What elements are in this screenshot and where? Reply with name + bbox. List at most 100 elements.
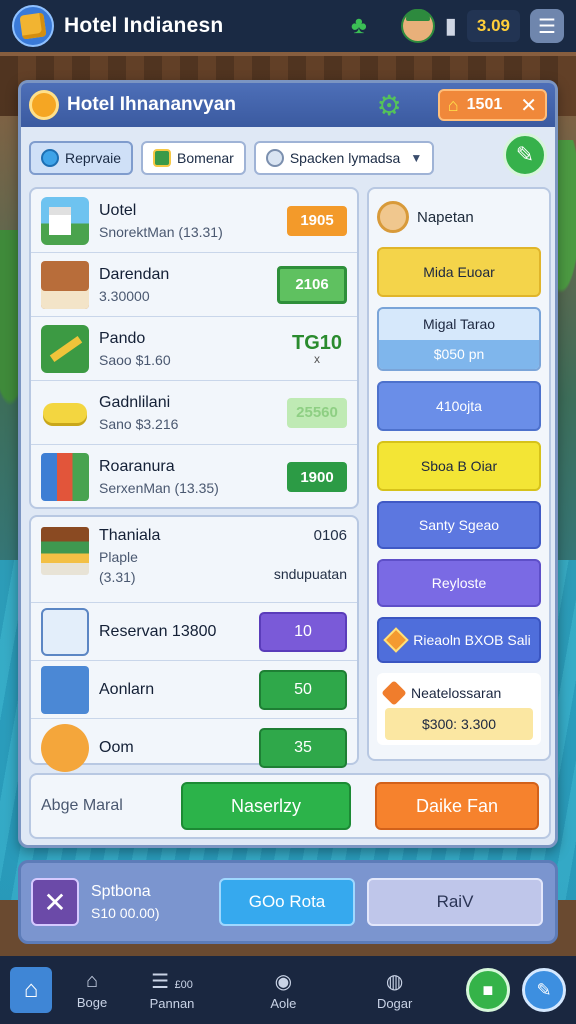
list-item[interactable]: Uotel SnorektMan (13.31) 1905 — [31, 189, 357, 253]
gear-icon[interactable]: ⚙ — [377, 89, 402, 122]
menu-icon[interactable]: ☰ — [530, 9, 564, 43]
nav-item-boge[interactable]: ⌂ Boge — [52, 970, 132, 1010]
smiley-icon — [41, 724, 89, 772]
leaf-icon[interactable]: ♣ — [351, 12, 367, 40]
hotel-icon — [41, 196, 89, 245]
close-icon[interactable]: ✕ — [520, 93, 537, 118]
option-button[interactable]: Santy Sgeao — [377, 501, 541, 549]
item-title: Darendan — [99, 265, 170, 283]
currency-chip[interactable]: ⌂ 1501 ✕ — [437, 89, 547, 121]
item-extra-bottom: sndupuatan — [273, 566, 347, 582]
avatar[interactable] — [400, 9, 435, 43]
bell-icon: ◍ — [385, 971, 404, 993]
box-icon — [41, 607, 89, 656]
option-button[interactable]: Mida Euoar — [377, 247, 541, 297]
house-icon: ⌂ — [447, 94, 459, 115]
item-sub: Saoo $1.60 — [99, 351, 171, 368]
nav-label: Aole — [270, 996, 297, 1011]
pen-icon — [41, 324, 89, 373]
item-title: Uotel — [99, 201, 137, 219]
panel-logo-icon — [29, 90, 59, 120]
option-button[interactable]: Sboa B Oiar — [377, 441, 541, 491]
tab-spacken-dropdown[interactable]: Spacken lymadsa ▼ — [253, 141, 435, 175]
game-logo[interactable] — [12, 5, 54, 47]
diamond-icon — [383, 627, 409, 653]
panel-title: Hotel Ihnananvyan — [67, 94, 236, 115]
item-sub: SerxenMan (13.35) — [99, 480, 219, 496]
item-title: Aonlarn — [99, 680, 155, 698]
option-button-with-icon[interactable]: Rieaoln BXOB Sali — [377, 617, 541, 663]
pin-icon: ◉ — [274, 971, 293, 993]
nav-label: Dogar — [376, 996, 413, 1011]
item-value-button[interactable]: 1905 — [287, 205, 347, 236]
go-button[interactable]: GOo Rota — [219, 878, 355, 926]
tab-bomenar[interactable]: Bomenar — [141, 141, 246, 175]
book-icon[interactable]: ▮ — [445, 13, 457, 39]
staff-header: Napetan — [377, 197, 541, 237]
chevron-down-icon: ▼ — [410, 151, 423, 165]
tab-reprvaie[interactable]: Reprvaie — [29, 141, 134, 175]
nav-label: Boge — [76, 995, 108, 1010]
tab-label: Bomenar — [177, 150, 234, 166]
item-sub: (3.31) — [99, 569, 136, 585]
nav-badge: £00 — [174, 979, 193, 991]
panel-header: Hotel Ihnananvyan ⚙ ⌂ 1501 ✕ — [21, 83, 555, 127]
service-list: Thaniala Plaple (3.31) 0106 sndupuatan R… — [29, 515, 359, 772]
swords-icon: ✕ — [31, 878, 79, 926]
option-label: Migal Tarao — [422, 316, 496, 333]
tab-label: Reprvaie — [65, 150, 122, 166]
list-item[interactable]: Pando Saoo $1.60 TG10 x — [31, 317, 357, 381]
nav-item-aole[interactable]: ◉ Aole — [243, 969, 323, 1011]
item-extra: 0106 sndupuatan — [274, 527, 347, 582]
hotel-panel: Hotel Ihnananvyan ⚙ ⌂ 1501 ✕ Reprvaie Bo… — [18, 80, 558, 848]
item-title: Pando — [99, 329, 146, 347]
action-button[interactable]: 50 — [259, 669, 347, 710]
item-title: Reservan 13800 — [99, 622, 217, 640]
list-item[interactable]: Reservan 13800 10 — [31, 603, 357, 661]
summary-label: Neatelossaran — [381, 678, 533, 708]
item-value-button[interactable]: 2106 — [277, 265, 347, 304]
price-option-button[interactable]: Migal Tarao $050 pn — [377, 307, 541, 371]
list-item[interactable]: Darendan 3.30000 2106 — [31, 253, 357, 317]
list-item[interactable]: Thaniala Plaple (3.31) 0106 sndupuatan — [31, 521, 357, 603]
secondary-button[interactable]: Daike Fan — [375, 782, 539, 830]
option-button[interactable]: 410ojta — [377, 381, 541, 431]
quest-info: Sptbona S10 00.00) — [91, 883, 207, 921]
shield-icon — [41, 149, 59, 167]
item-title: Roaranura — [99, 458, 175, 475]
raiv-button[interactable]: RaiV — [367, 878, 543, 926]
option-button[interactable]: Reyloste — [377, 559, 541, 607]
option-price: $050 pn — [379, 339, 539, 369]
quest-sub: S10 00.00) — [91, 905, 160, 921]
item-value-button[interactable]: 1900 — [287, 462, 347, 492]
nav-item-dogar[interactable]: ◍ Dogar — [355, 969, 435, 1011]
list-item[interactable]: Gadnlilani Sano $3.216 25560 — [31, 381, 357, 445]
square-icon[interactable]: ■ — [465, 968, 510, 1012]
edit-fab-button[interactable]: ✎ — [503, 133, 547, 177]
staff-avatar — [377, 201, 409, 233]
soap-icon — [41, 389, 89, 437]
action-button[interactable]: 35 — [259, 728, 347, 768]
item-value-button-disabled[interactable]: 25560 — [287, 397, 347, 428]
item-sub: Sano $3.216 — [99, 415, 179, 432]
strip-label: Abge Maral — [41, 797, 123, 814]
globe-icon — [265, 149, 284, 167]
list-item[interactable]: Aonlarn 50 — [31, 661, 357, 719]
summary-label-text: Neatelossaran — [411, 685, 502, 701]
edit-icon[interactable]: ✎ — [521, 968, 566, 1012]
item-sub: 3.30000 — [99, 287, 150, 304]
item-title: Gadnlilani — [99, 393, 171, 411]
currency-value: 1501 — [466, 96, 503, 113]
list-item[interactable]: Roaranura SerxenMan (13.35) 1900 — [31, 445, 357, 509]
top-hud: Hotel Indianesn ♣ ▮ 3.09 ☰ — [0, 0, 576, 52]
item-title: Thaniala — [99, 527, 161, 544]
summary-value: $300: 3.300 — [385, 708, 533, 740]
confirm-button[interactable]: Naserlzy — [181, 782, 351, 830]
list-item[interactable]: Oom 35 — [31, 719, 357, 777]
bottom-nav: ⌂ ⌂ Boge ☰ £00 Pannan ◉ Aole ◍ Dogar ■ ✎ — [0, 956, 576, 1024]
reserve-button[interactable]: 10 — [259, 611, 347, 652]
home-icon[interactable]: ⌂ — [10, 967, 52, 1013]
staff-name: Napetan — [417, 208, 474, 226]
tab-bar: Reprvaie Bomenar Spacken lymadsa ▼ — [29, 141, 435, 175]
nav-item-pannan[interactable]: ☰ £00 Pannan — [132, 969, 212, 1011]
